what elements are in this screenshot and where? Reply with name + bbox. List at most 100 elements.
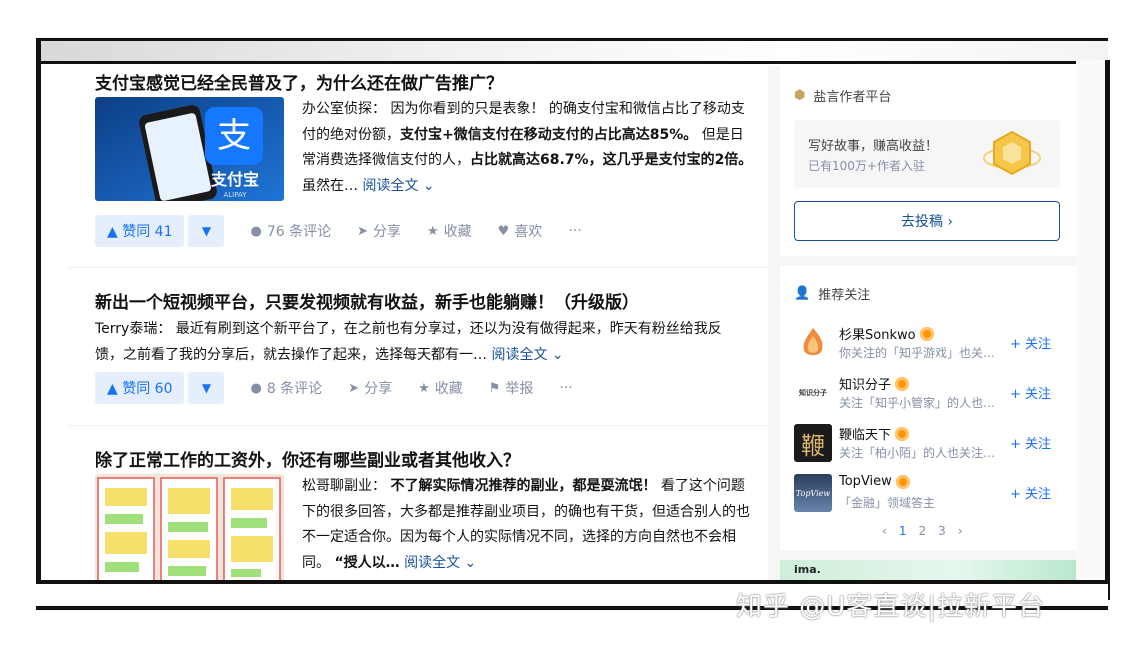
star-icon: ★ <box>418 380 430 396</box>
thumb-sub: ALIPAY <box>223 191 247 199</box>
verified-badge-icon <box>919 326 934 341</box>
svg-text:支: 支 <box>217 116 251 156</box>
recommend-item[interactable]: 鞭 鞭临天下 关注「柏小陌」的人也关注… + 关注 <box>794 424 1064 464</box>
more-button[interactable]: ··· <box>559 380 572 396</box>
ad-label: ima. <box>794 563 821 576</box>
avatar[interactable]: 知识分子 <box>794 374 832 412</box>
read-more-link[interactable]: 阅读全文 ⌄ <box>491 347 563 363</box>
chat-screenshots-image <box>95 474 284 582</box>
pager-page-1[interactable]: 1 <box>899 524 907 538</box>
recommend-name[interactable]: 知识分子 <box>839 374 910 393</box>
share-icon: ➤ <box>357 223 368 239</box>
card-excerpt[interactable]: 松哥聊副业： 不了解实际情况推荐的副业，都是耍流氓！ 看了这个问题下的很多回答，… <box>302 474 754 576</box>
salt-badge-icon: ⬢ <box>794 88 806 103</box>
sonkwo-logo-icon <box>794 324 832 362</box>
share-button[interactable]: ➤ 分享 <box>348 378 392 398</box>
pager-page-3[interactable]: 3 <box>938 524 946 538</box>
recommend-item[interactable]: TopView TopView 「金融」领域答主 + 关注 <box>794 474 1064 514</box>
recommend-name[interactable]: 杉果Sonkwo <box>839 324 934 343</box>
zhihu-page: 支付宝感觉已经全民普及了，为什么还在做广告推广？ 支 支付宝 ALIPAY 办公… <box>68 66 1080 582</box>
submit-story-button[interactable]: 去投稿 › <box>794 201 1060 241</box>
comments-button[interactable]: ● 8 条评论 <box>250 378 322 398</box>
recommended-follows-panel: 👤 推荐关注 杉果Sonkwo 你关注的「知乎游戏」也关… + 关注 知识分子 <box>780 266 1076 550</box>
recommend-item[interactable]: 杉果Sonkwo 你关注的「知乎游戏」也关… + 关注 <box>794 324 1064 364</box>
card-excerpt[interactable]: Terry泰瑞： 最近有刷到这个新平台了，在之前也有分享过，还以为没有做得起来，… <box>95 317 745 368</box>
creator-promo-banner[interactable]: 写好故事，赚高收益！ 已有100万+作者入驻 <box>794 120 1060 188</box>
verified-badge-icon <box>895 376 910 391</box>
recommend-desc: 你关注的「知乎游戏」也关… <box>839 346 996 360</box>
favorite-label: 收藏 <box>443 224 472 240</box>
pager-next[interactable]: › <box>958 524 963 538</box>
alipay-phone-image: 支 支付宝 ALIPAY <box>95 97 284 201</box>
card-title[interactable]: 新出一个短视频平台，只要发视频就有收益，新手也能躺赚！（升级版） <box>95 288 639 313</box>
recommend-name-text: 鞭临天下 <box>839 428 892 443</box>
downvote-button[interactable]: ▼ <box>188 215 225 247</box>
excerpt-bold: 不了解实际情况推荐的副业，都是耍流氓！ <box>390 478 657 494</box>
favorite-button[interactable]: ★ 收藏 <box>427 221 472 241</box>
feed-card-side-income: 除了正常工作的工资外，你还有哪些副业或者其他收入？ 松哥聊副业： 不了解实际情况… <box>68 432 768 582</box>
recommend-desc: 关注「知乎小管家」的人也… <box>839 396 996 410</box>
excerpt-bold: 支付宝+微信支付在移动支付的占比高达85%。 <box>400 126 698 143</box>
pager-prev[interactable]: ‹ <box>882 524 887 538</box>
avatar[interactable]: 鞭 <box>794 424 832 462</box>
more-button[interactable]: ··· <box>568 223 581 239</box>
feed-card-alipay: 支付宝感觉已经全民普及了，为什么还在做广告推广？ 支 支付宝 ALIPAY 办公… <box>68 66 768 268</box>
comments-button[interactable]: ● 76 条评论 <box>250 221 331 241</box>
read-more-link[interactable]: 阅读全文 ⌄ <box>404 555 476 571</box>
follow-button[interactable]: + 关注 <box>1010 383 1051 402</box>
answer-feed: 支付宝感觉已经全民普及了，为什么还在做广告推广？ 支 支付宝 ALIPAY 办公… <box>68 66 768 582</box>
comments-count: 8 条评论 <box>266 381 323 397</box>
read-more-link[interactable]: 阅读全文 ⌄ <box>362 178 434 194</box>
excerpt-bold: “授人以… <box>334 554 400 571</box>
card-thumbnail[interactable]: 支 支付宝 ALIPAY <box>95 97 284 201</box>
creator-platform-title: 盐言作者平台 <box>813 90 892 105</box>
comment-icon: ● <box>250 223 262 239</box>
add-person-icon: 👤 <box>794 286 811 301</box>
card-actions: ▲ 赞同 41 ▼ ● 76 条评论 ➤ 分享 ★ 收藏 ♥ 喜欢 ··· <box>95 215 582 247</box>
comments-count: 76 条评论 <box>266 224 332 240</box>
thumb-text: 支付宝 <box>210 170 259 189</box>
verified-badge-icon <box>895 474 910 489</box>
creator-platform-header[interactable]: ⬢ 盐言作者平台 <box>794 86 891 105</box>
avatar[interactable]: TopView <box>794 474 832 512</box>
creator-platform-panel: ⬢ 盐言作者平台 写好故事，赚高收益！ 已有100万+作者入驻 去投稿 › <box>780 66 1076 256</box>
avatar[interactable] <box>794 324 832 362</box>
comment-icon: ● <box>250 380 262 396</box>
favorite-button[interactable]: ★ 收藏 <box>418 378 463 398</box>
author-name: 办公室侦探： <box>302 101 386 117</box>
recommend-name-text: 杉果Sonkwo <box>839 328 916 343</box>
zhishifenzi-logo-icon: 知识分子 <box>799 388 827 397</box>
upvote-button[interactable]: ▲ 赞同 41 <box>95 215 185 247</box>
excerpt-text: 虽然在… <box>302 177 358 194</box>
upvote-button[interactable]: ▲ 赞同 60 <box>95 372 185 404</box>
favorite-label: 收藏 <box>434 381 463 397</box>
star-icon: ★ <box>427 223 439 239</box>
follow-button[interactable]: + 关注 <box>1010 483 1051 502</box>
recommend-item[interactable]: 知识分子 知识分子 关注「知乎小管家」的人也… + 关注 <box>794 374 1064 414</box>
like-button[interactable]: ♥ 喜欢 <box>498 221 543 241</box>
pager-page-2[interactable]: 2 <box>918 524 926 538</box>
follow-button[interactable]: + 关注 <box>1010 433 1051 452</box>
recommend-pager: ‹ 1 2 3 › <box>882 524 963 538</box>
downvote-button[interactable]: ▼ <box>188 372 225 404</box>
share-icon: ➤ <box>348 380 360 396</box>
heart-icon: ♥ <box>497 223 510 239</box>
card-excerpt[interactable]: 办公室侦探： 因为你看到的只是表象！ 的确支付宝和微信占比了移动支付的绝对份额，… <box>302 97 754 199</box>
ima-ad-banner[interactable]: ima. <box>780 560 1076 582</box>
share-button[interactable]: ➤ 分享 <box>357 221 401 241</box>
report-button[interactable]: ⚑ 举报 <box>489 378 534 398</box>
card-title[interactable]: 支付宝感觉已经全民普及了，为什么还在做广告推广？ <box>95 69 503 94</box>
follow-button[interactable]: + 关注 <box>1010 333 1051 352</box>
share-label: 分享 <box>373 224 401 240</box>
share-label: 分享 <box>364 381 393 397</box>
card-title[interactable]: 除了正常工作的工资外，你还有哪些副业或者其他收入？ <box>95 446 520 471</box>
feed-card-short-video: 新出一个短视频平台，只要发视频就有收益，新手也能躺赚！（升级版） Terry泰瑞… <box>68 274 768 426</box>
card-thumbnail[interactable] <box>95 474 284 582</box>
recommend-name[interactable]: 鞭临天下 <box>839 424 910 443</box>
like-label: 喜欢 <box>514 224 543 240</box>
author-name: 松哥聊副业： <box>302 478 386 494</box>
topview-logo-icon: TopView <box>795 488 831 498</box>
recommended-follows-header: 👤 推荐关注 <box>794 284 870 303</box>
recommend-desc: 「金融」领域答主 <box>839 496 936 510</box>
recommend-name[interactable]: TopView <box>839 474 910 489</box>
